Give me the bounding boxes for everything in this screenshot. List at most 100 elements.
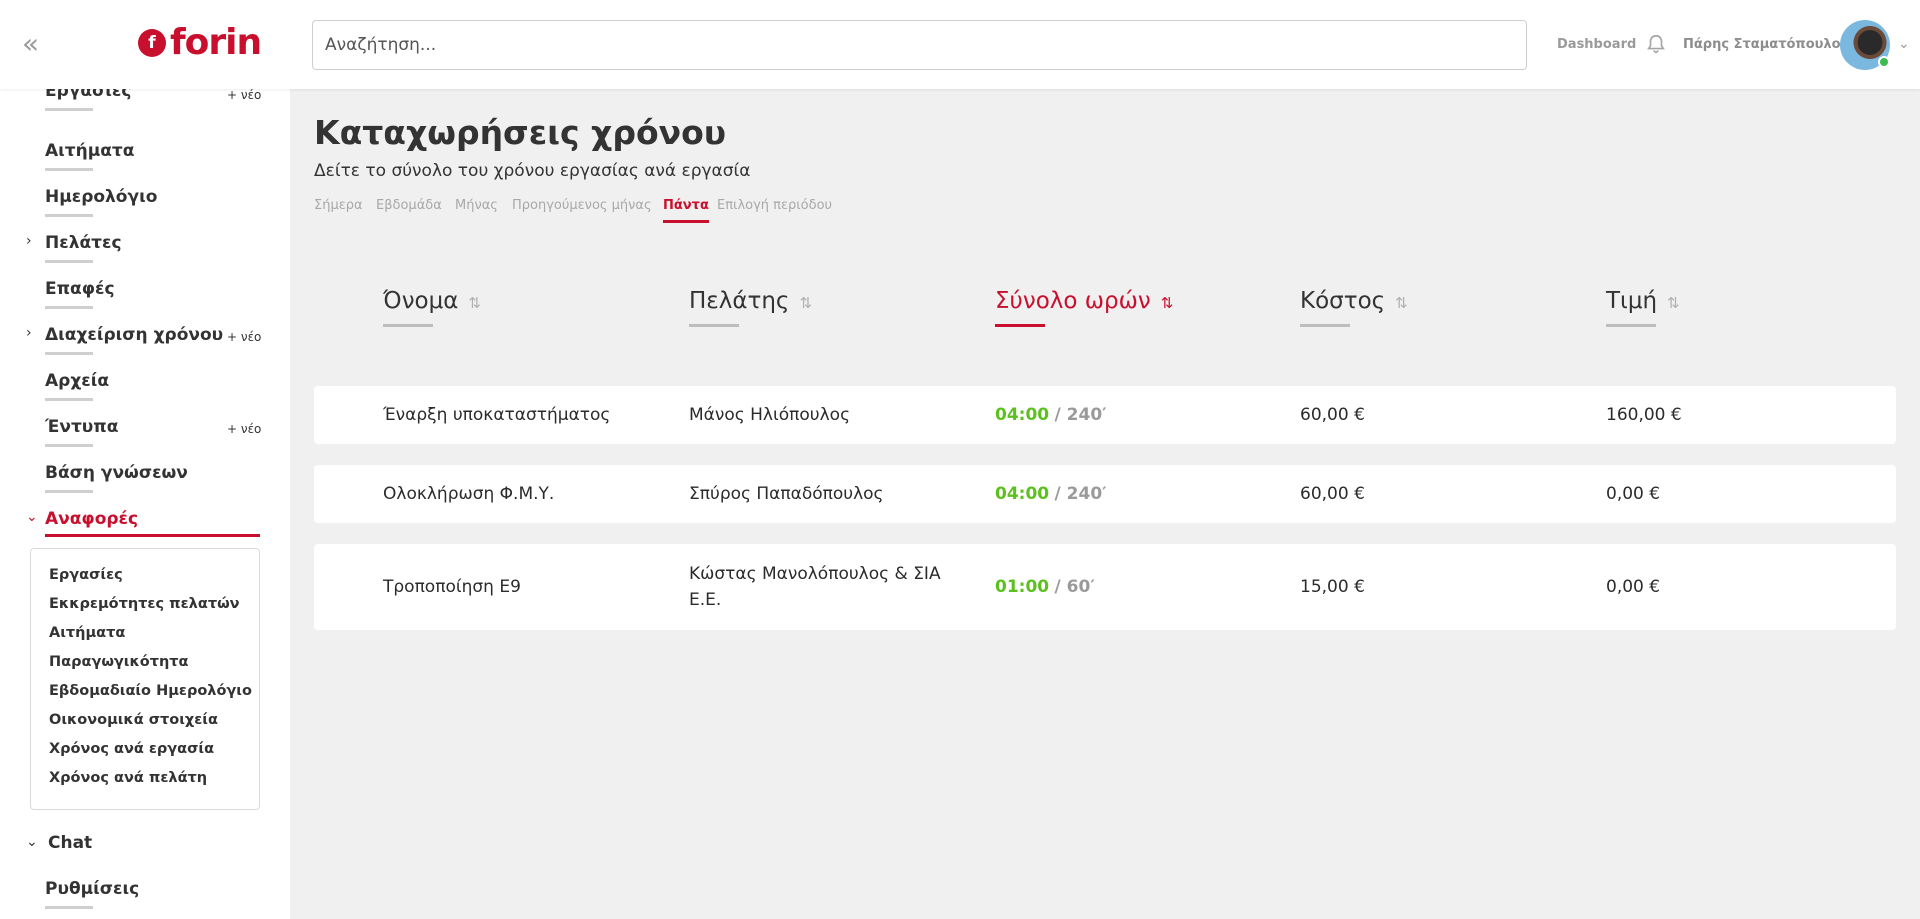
sidebar-item-settings[interactable]: Ρυθμίσεις [45, 879, 139, 909]
column-label: Όνομα [383, 288, 459, 314]
sort-desc-icon[interactable]: ⇅ [1161, 294, 1174, 312]
sidebar-item-chat[interactable]: Chat [48, 833, 92, 853]
task-name: Ολοκλήρωση Φ.Μ.Υ. [383, 484, 555, 504]
submenu-item-time-per-task[interactable]: Χρόνος ανά εργασία [49, 741, 214, 757]
sidebar-item-label: Επαφές [45, 279, 115, 299]
table-row[interactable]: Ολοκλήρωση Φ.Μ.Υ. Σπύρος Παπαδόπουλος 04… [314, 465, 1896, 523]
hours-value: 04:00 [995, 484, 1050, 504]
cost-value: 60,00 € [1300, 484, 1365, 504]
sidebar-item-files[interactable]: Αρχεία [45, 371, 109, 401]
user-name[interactable]: Πάρης Σταματόπουλος [1683, 37, 1848, 52]
column-label: Κόστος [1300, 288, 1386, 314]
table-row[interactable]: Τροποποίηση Ε9 Κώστας Μανολόπουλος & ΣΙΑ… [314, 544, 1896, 630]
search-input[interactable] [312, 20, 1527, 70]
sidebar-item-label: Πελάτες [45, 233, 122, 253]
sidebar-item-label: Αιτήματα [45, 141, 135, 161]
new-form-link[interactable]: + νέο [227, 422, 261, 436]
collapse-sidebar-icon[interactable]: « [22, 30, 39, 58]
tab-week[interactable]: Εβδομάδα [376, 198, 442, 213]
price-value: 0,00 € [1606, 484, 1661, 504]
table-row[interactable]: Έναρξη υποκαταστήματος Μάνος Ηλιόπουλος … [314, 386, 1896, 444]
client-name: Μάνος Ηλιόπουλος [689, 405, 851, 425]
cost-value: 15,00 € [1300, 577, 1365, 597]
client-name: Κώστας Μανολόπουλος & ΣΙΑ Ε.Ε. [689, 564, 941, 610]
logo-mark-icon: f [138, 28, 166, 57]
tab-today[interactable]: Σήμερα [314, 198, 363, 213]
column-header-cost[interactable]: Κόστος ⇅ [1300, 288, 1408, 327]
header-underline [995, 324, 1045, 327]
column-label: Σύνολο ωρών [995, 288, 1151, 314]
chevron-right-icon[interactable]: › [26, 233, 32, 249]
item-underline [45, 352, 93, 355]
submenu-item-weekly-calendar[interactable]: Εβδομαδιαίο Ημερολόγιο [49, 683, 252, 699]
hours-value: 04:00 [995, 405, 1050, 425]
sort-icon[interactable]: ⇅ [1667, 294, 1680, 312]
top-header: « f forin Dashboard Πάρης Σταματόπουλος … [0, 0, 1920, 89]
page-title: Καταχωρήσεις χρόνου [314, 113, 727, 152]
item-underline [45, 108, 93, 111]
total-hours: 04:00 / 240′ [995, 402, 1107, 428]
new-time-entry-link[interactable]: + νέο [227, 330, 261, 344]
column-label: Τιμή [1606, 288, 1658, 314]
item-underline [45, 906, 93, 909]
submenu-item-client-pending[interactable]: Εκκρεμότητες πελατών [49, 596, 240, 612]
sidebar-item-label: Έντυπα [45, 417, 119, 437]
sidebar-item-forms[interactable]: Έντυπα [45, 417, 118, 447]
item-underline [45, 490, 93, 493]
sidebar-item-label: Αναφορές [45, 509, 139, 529]
tab-select-period[interactable]: Επιλογή περιόδου [717, 198, 832, 213]
dashboard-link[interactable]: Dashboard [1557, 37, 1636, 52]
submenu-item-productivity[interactable]: Παραγωγικότητα [49, 654, 189, 670]
minutes-value: / 240′ [1054, 484, 1107, 504]
sidebar-item-time-management[interactable]: Διαχείριση χρόνου [45, 325, 223, 355]
sort-icon[interactable]: ⇅ [468, 294, 481, 312]
sidebar-item-requests[interactable]: Αιτήματα [45, 141, 134, 171]
sidebar-item-tasks[interactable]: Εργασίες [45, 89, 131, 111]
submenu-item-time-per-client[interactable]: Χρόνος ανά πελάτη [49, 770, 207, 786]
header-underline [1300, 324, 1350, 327]
sidebar-item-contacts[interactable]: Επαφές [45, 279, 115, 309]
task-name: Τροποποίηση Ε9 [383, 577, 521, 597]
tab-previous-month[interactable]: Προηγούμενος μήνας [512, 198, 652, 213]
active-indicator [45, 534, 260, 537]
submenu-item-requests[interactable]: Αιτήματα [49, 625, 125, 641]
column-header-name[interactable]: Όνομα ⇅ [383, 288, 481, 327]
item-underline [45, 306, 93, 309]
sidebar-item-calendar[interactable]: Ημερολόγιο [45, 187, 157, 217]
chevron-down-icon[interactable]: ⌄ [26, 834, 38, 850]
chevron-right-icon[interactable]: › [26, 325, 32, 341]
tab-all[interactable]: Πάντα [663, 198, 709, 223]
sort-icon[interactable]: ⇅ [1395, 294, 1408, 312]
sidebar-item-label: Αρχεία [45, 371, 110, 391]
sidebar-item-clients[interactable]: Πελάτες [45, 233, 122, 263]
sort-icon[interactable]: ⇅ [799, 294, 812, 312]
logo-text: forin [170, 22, 262, 63]
sidebar-item-knowledge-base[interactable]: Βάση γνώσεων [45, 463, 188, 493]
sidebar-item-reports[interactable]: Αναφορές [45, 509, 138, 529]
sidebar-item-label: Βάση γνώσεων [45, 463, 188, 483]
submenu-item-tasks[interactable]: Εργασίες [49, 567, 123, 583]
chevron-down-icon[interactable]: ⌄ [26, 509, 38, 525]
hours-value: 01:00 [995, 577, 1050, 597]
price-value: 160,00 € [1606, 405, 1682, 425]
sidebar-item-label: Εργασίες [45, 89, 132, 101]
column-header-total-hours[interactable]: Σύνολο ωρών ⇅ [995, 288, 1174, 327]
logo[interactable]: f forin [138, 22, 262, 63]
page-subtitle: Δείτε το σύνολο του χρόνου εργασίας ανά … [314, 161, 751, 181]
sidebar-item-label: Chat [48, 833, 93, 853]
new-task-link[interactable]: + νέο [227, 89, 261, 102]
client-name: Σπύρος Παπαδόπουλος [689, 484, 884, 504]
chevron-down-icon[interactable]: ⌄ [1898, 36, 1910, 52]
reports-submenu: Εργασίες Εκκρεμότητες πελατών Αιτήματα Π… [30, 548, 260, 810]
sidebar-item-label: Διαχείριση χρόνου [45, 325, 224, 345]
header-underline [689, 324, 739, 327]
column-header-price[interactable]: Τιμή ⇅ [1606, 288, 1680, 327]
price-value: 0,00 € [1606, 577, 1661, 597]
column-header-client[interactable]: Πελάτης ⇅ [689, 288, 812, 327]
header-underline [383, 324, 433, 327]
bell-icon[interactable] [1645, 32, 1667, 56]
submenu-item-financials[interactable]: Οικονομικά στοιχεία [49, 712, 218, 728]
tab-month[interactable]: Μήνας [455, 198, 498, 213]
online-status-icon [1878, 56, 1890, 68]
total-hours: 01:00 / 60′ [995, 574, 1095, 600]
